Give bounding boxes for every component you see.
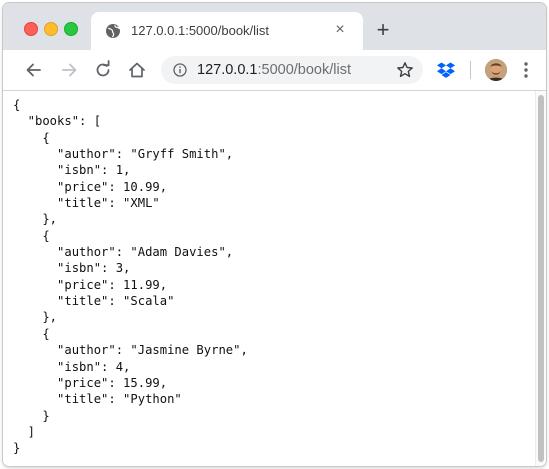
url-text: 127.0.0.1:5000/book/list [197,62,351,78]
json-line: "author": "Adam Davies", [13,245,234,260]
json-line: "price": 11.99, [13,277,168,292]
zoom-window-button[interactable] [64,22,78,36]
json-line: "title": "Python" [13,392,182,407]
json-line: "title": "Scala" [13,294,175,309]
json-line: }, [13,212,58,227]
json-line: } [13,408,50,423]
json-line: { [13,228,50,243]
tab-active[interactable]: 127.0.0.1:5000/book/list × [91,12,363,50]
tab-title: 127.0.0.1:5000/book/list [131,23,270,38]
json-line: { [13,326,50,341]
json-line: ] [13,424,36,439]
json-line: "isbn": 4, [13,359,131,374]
home-icon[interactable] [127,60,147,80]
page-content: { "books": [ { "author": "Gryff Smith", … [3,91,546,466]
json-line: } [13,441,21,456]
url-host: 127.0.0.1 [197,62,258,78]
dropbox-icon[interactable] [437,62,455,78]
new-tab-button[interactable]: + [372,19,394,41]
toolbar: 127.0.0.1:5000/book/list [3,50,546,91]
browser-window: 127.0.0.1:5000/book/list × + 127.0.0.1:5… [3,3,546,466]
close-window-button[interactable] [24,22,38,36]
url-path: :5000/book/list [257,62,351,78]
reload-icon[interactable] [93,60,113,80]
tab-strip: 127.0.0.1:5000/book/list × + [3,3,546,50]
scrollbar[interactable] [535,91,546,466]
json-line: "price": 10.99, [13,179,168,194]
json-line: }, [13,310,58,325]
address-bar[interactable]: 127.0.0.1:5000/book/list [161,56,423,84]
minimize-window-button[interactable] [44,22,58,36]
json-line: "isbn": 1, [13,163,131,178]
forward-arrow-icon[interactable] [59,60,79,80]
json-line: "title": "XML" [13,196,160,211]
json-line: "author": "Gryff Smith", [13,147,234,162]
kebab-menu-icon[interactable] [523,61,529,79]
back-arrow-icon[interactable] [24,60,44,80]
json-line: "books": [ [13,114,102,129]
json-line: "price": 15.99, [13,375,168,390]
info-icon[interactable] [173,63,187,77]
toolbar-separator [470,61,471,79]
json-response: { "books": [ { "author": "Gryff Smith", … [13,97,248,457]
json-line: "isbn": 3, [13,261,131,276]
scrollbar-thumb[interactable] [538,95,544,462]
tab-close-icon[interactable]: × [330,20,350,40]
json-line: "author": "Jasmine Byrne", [13,343,248,358]
globe-icon [106,24,120,38]
json-line: { [13,98,21,112]
star-icon[interactable] [396,61,414,79]
avatar-photo-icon [485,59,507,81]
avatar[interactable] [485,59,507,81]
json-line: { [13,130,50,145]
